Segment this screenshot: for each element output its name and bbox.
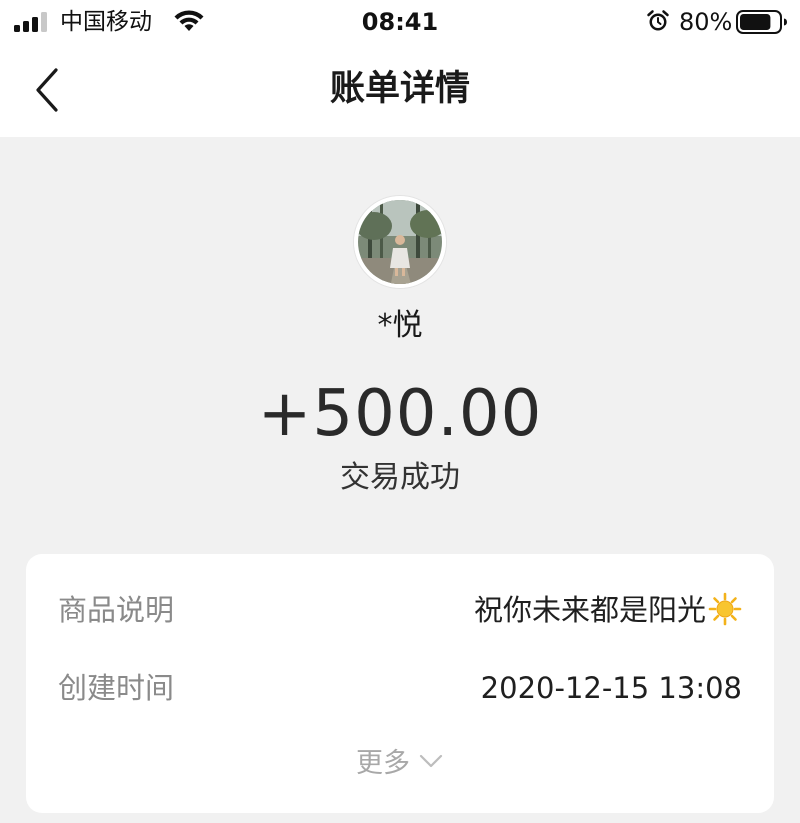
counterparty-name: *悦 xyxy=(377,308,423,343)
transaction-amount: +500.00 xyxy=(257,377,543,451)
description-value-wrap: 祝你未来都是阳光 xyxy=(474,588,742,632)
chevron-down-icon xyxy=(419,754,443,768)
transaction-status: 交易成功 xyxy=(340,460,460,495)
sun-emoji-icon xyxy=(708,592,742,626)
more-label: 更多 xyxy=(356,748,410,779)
page-title: 账单详情 xyxy=(329,69,470,109)
detail-card: 商品说明 祝你未来都是阳光 创建时间 2020-12-15 13:08 更多 xyxy=(26,554,774,813)
description-label: 商品说明 xyxy=(58,593,175,627)
description-value: 祝你未来都是阳光 xyxy=(473,593,706,627)
status-bar: 中国移动 08:41 80% xyxy=(0,0,800,46)
more-button[interactable]: 更多 xyxy=(26,744,774,784)
detail-row-created-time: 创建时间 2020-12-15 13:08 xyxy=(58,666,742,710)
alarm-icon xyxy=(647,10,669,31)
created-time-value: 2020-12-15 13:08 xyxy=(480,671,742,705)
avatar[interactable] xyxy=(354,196,446,288)
battery-percent: 80% xyxy=(679,8,733,36)
battery-icon xyxy=(736,10,787,34)
detail-row-description: 商品说明 祝你未来都是阳光 xyxy=(58,588,742,632)
navigation-bar: 账单详情 xyxy=(0,46,800,137)
created-time-label: 创建时间 xyxy=(58,671,175,705)
